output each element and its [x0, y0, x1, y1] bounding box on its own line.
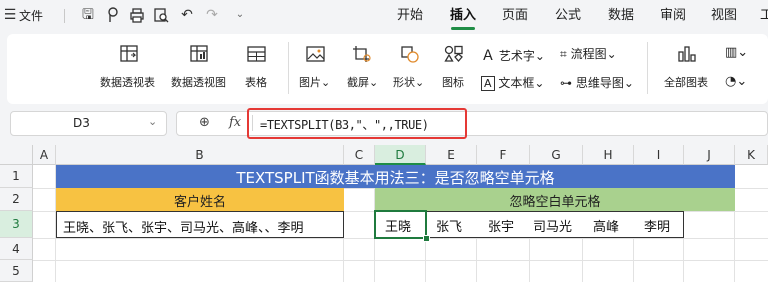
pivot-table-icon	[120, 45, 138, 62]
cell-f3-text: 张宇	[488, 220, 515, 235]
pivot-chart-button[interactable]: 数据透视图	[171, 74, 226, 90]
row-header-4[interactable]: 4	[0, 238, 33, 260]
tab-data[interactable]: 数据	[608, 7, 634, 25]
row-header-3[interactable]: 3	[0, 211, 33, 238]
format-painter-icon[interactable]	[105, 7, 121, 23]
redo-icon[interactable]: ↷	[204, 7, 220, 23]
bar-chart-dropdown[interactable]: ▥⌄	[725, 45, 748, 60]
zoom-icon[interactable]: ⊕	[199, 115, 210, 130]
icon-button[interactable]: 图标	[442, 74, 464, 90]
table-button[interactable]: 表格	[245, 74, 267, 90]
header-text-ignore-empty: 忽略空白单元格	[509, 195, 601, 210]
cell-i3[interactable]: 李明	[634, 211, 684, 238]
tab-page[interactable]: 页面	[502, 7, 528, 25]
row-header-5[interactable]: 5	[0, 260, 33, 282]
picture-button[interactable]: 图片⌄	[299, 74, 330, 90]
column-header-g[interactable]: G	[530, 145, 583, 165]
select-all-corner[interactable]	[0, 145, 33, 165]
column-header-b[interactable]: B	[56, 145, 344, 165]
title-bar: ☰ 文件 🖫 ↶ ↷ ⌄ 开始 插入 页面 公式 数据 审阅 视图 工	[0, 0, 768, 32]
active-cell-selection	[374, 210, 427, 239]
hamburger-icon[interactable]: ☰	[2, 7, 18, 23]
cell-g3[interactable]: 司马光	[530, 211, 583, 238]
active-tab-indicator	[451, 27, 475, 30]
cell-e3-text: 张飞	[436, 220, 463, 235]
name-box-value: D3	[73, 116, 90, 130]
row-header-2[interactable]: 2	[0, 188, 33, 211]
cell-i3-text: 李明	[644, 220, 671, 235]
pie-chart-icon: ◔	[725, 74, 737, 89]
pie-chart-dropdown[interactable]: ◔⌄	[725, 74, 747, 89]
text-box-icon: A	[481, 76, 495, 91]
undo-icon[interactable]: ↶	[179, 7, 195, 23]
divider	[288, 42, 289, 94]
cell-b3[interactable]: 王晓、张飞、张宇、司马光、高峰、、李明	[56, 211, 344, 238]
chevron-down-icon[interactable]: ⌄	[232, 7, 248, 23]
title-cell[interactable]: TEXTSPLIT函数基本用法三：是否忽略空单元格	[56, 165, 735, 188]
shape-button[interactable]: 形状⌄	[393, 74, 424, 90]
mindmap-icon: ⊶	[560, 76, 572, 90]
shape-icon	[401, 46, 419, 63]
save-icon[interactable]: 🖫	[80, 7, 96, 23]
fill-handle[interactable]	[423, 235, 430, 242]
divider	[647, 42, 648, 94]
picture-icon	[306, 46, 325, 62]
pivot-chart-icon	[190, 45, 208, 62]
header-text-customer: 客户姓名	[173, 195, 226, 210]
cell-e3[interactable]: 张飞	[426, 211, 477, 238]
art-text-icon: Ａ	[481, 48, 495, 64]
fx-icon[interactable]: fx	[229, 115, 241, 130]
all-charts-button[interactable]: 全部图表	[664, 74, 708, 90]
ribbon: 数据透视表 数据透视图 表格 图片⌄ 截屏⌄ 形状⌄ 图标 Ａ 艺术字⌄ A 文…	[7, 34, 768, 104]
cell-h3-text: 高峰	[593, 220, 620, 235]
row-header-1[interactable]: 1	[0, 165, 33, 188]
icon-library-icon	[444, 45, 463, 62]
cell-b3-text: 王晓、张飞、张宇、司马光、高峰、、李明	[63, 221, 304, 236]
tab-tools[interactable]: 工	[760, 7, 768, 25]
flowchart-icon: ⌗	[560, 47, 567, 61]
chevron-down-icon[interactable]: ⌄	[148, 115, 157, 128]
column-header-e[interactable]: E	[426, 145, 477, 165]
screenshot-button[interactable]: 截屏⌄	[347, 74, 378, 90]
column-header-c[interactable]: C	[344, 145, 375, 165]
cell-g3-text: 司马光	[533, 220, 573, 235]
column-header-j[interactable]: J	[684, 145, 735, 165]
tab-home[interactable]: 开始	[397, 7, 423, 25]
print-icon[interactable]	[129, 7, 145, 23]
all-charts-icon	[678, 46, 696, 62]
flowchart-button[interactable]: ⌗ 流程图⌄	[560, 45, 617, 62]
file-menu[interactable]: 文件	[19, 8, 43, 24]
title-text: TEXTSPLIT函数基本用法三：是否忽略空单元格	[236, 169, 555, 187]
tab-view[interactable]: 视图	[711, 7, 737, 25]
column-header-i[interactable]: I	[634, 145, 684, 165]
mindmap-button[interactable]: ⊶ 思维导图⌄	[560, 74, 634, 91]
cell-h3[interactable]: 高峰	[583, 211, 634, 238]
column-header-f[interactable]: F	[477, 145, 530, 165]
divider	[64, 9, 65, 23]
pivot-table-button[interactable]: 数据透视表	[100, 74, 155, 90]
screenshot-icon	[353, 46, 371, 62]
tab-insert[interactable]: 插入	[450, 7, 476, 25]
spreadsheet-grid: A B C D E F G H I J K 1 2 3 4 5 TEXTSPLI…	[0, 145, 768, 282]
header-cell-customer[interactable]: 客户姓名	[56, 188, 344, 211]
cell-f3[interactable]: 张宇	[477, 211, 530, 238]
column-header-k[interactable]: K	[735, 145, 768, 165]
tab-review[interactable]: 审阅	[660, 7, 686, 25]
art-text-button[interactable]: Ａ 艺术字⌄	[481, 45, 545, 65]
formula-highlight-box	[247, 108, 467, 139]
text-box-button[interactable]: A 文本框⌄	[481, 74, 544, 91]
table-icon	[247, 46, 266, 62]
tab-formulas[interactable]: 公式	[555, 7, 581, 25]
bar-chart-icon: ▥	[725, 45, 738, 60]
column-header-d[interactable]: D	[375, 145, 426, 165]
name-box[interactable]: D3 ⌄	[10, 111, 167, 136]
column-header-h[interactable]: H	[583, 145, 634, 165]
column-header-a[interactable]: A	[33, 145, 56, 165]
header-cell-ignore-empty[interactable]: 忽略空白单元格	[375, 188, 735, 211]
print-preview-icon[interactable]	[153, 7, 169, 23]
